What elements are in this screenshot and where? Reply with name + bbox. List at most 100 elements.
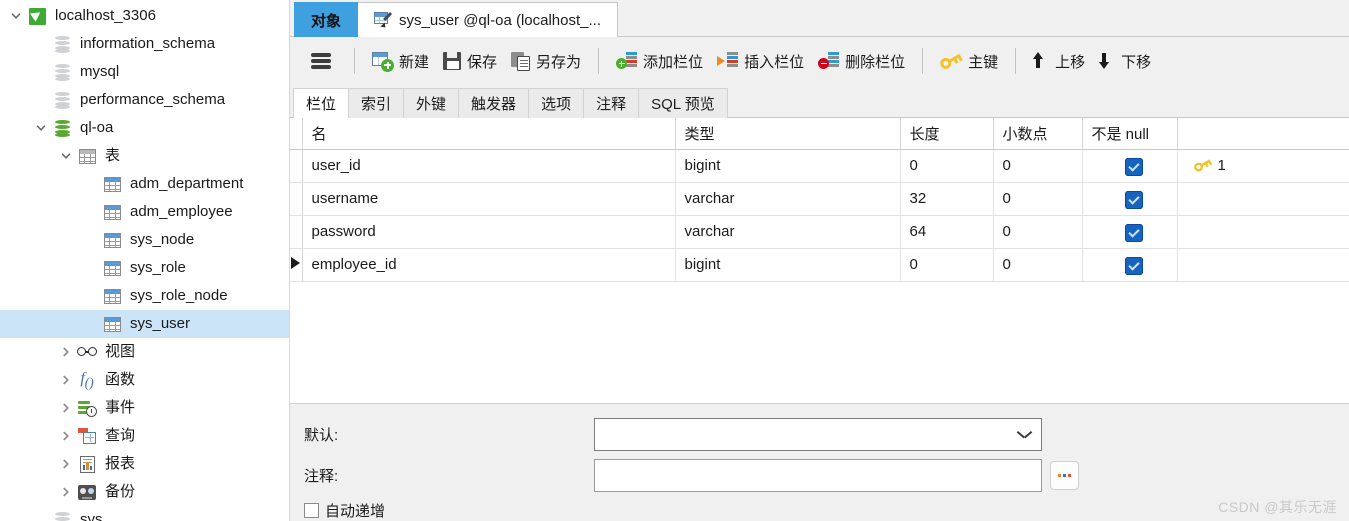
subtab-2[interactable]: 外键 <box>403 88 460 118</box>
field-not-null-cell[interactable] <box>1082 215 1178 249</box>
sidebar-item-sys_node[interactable]: sys_node <box>0 226 289 254</box>
sidebar-item-备份[interactable]: 备份 <box>0 478 289 506</box>
field-decimals-cell[interactable]: 0 <box>993 215 1083 249</box>
field-not-null-cell[interactable] <box>1082 248 1178 282</box>
save-as-button[interactable]: 另存为 <box>504 44 588 78</box>
table-row[interactable]: username varchar 32 0 <box>290 182 1349 216</box>
field-decimals-cell[interactable]: 0 <box>993 149 1083 183</box>
autoincrement-row[interactable]: 自动递增 <box>304 500 1349 521</box>
field-type-cell[interactable]: varchar <box>675 182 901 216</box>
field-length-cell[interactable]: 0 <box>900 248 994 282</box>
field-name-cell[interactable]: user_id <box>302 149 676 183</box>
subtab-0[interactable]: 栏位 <box>293 88 350 118</box>
field-length-cell[interactable]: 0 <box>900 149 994 183</box>
column-header-1[interactable]: 类型 <box>675 118 901 150</box>
twisty-right-icon[interactable] <box>56 422 76 450</box>
designer-subtabs[interactable]: 栏位 索引 外键 触发器 选项 注释 SQL 预览 <box>290 85 1349 118</box>
arrow-down-icon <box>1099 52 1115 70</box>
sidebar-item-localhost_3306[interactable]: localhost_3306 <box>0 2 289 30</box>
checkbox-checked-icon[interactable] <box>1125 223 1143 242</box>
column-header-5[interactable] <box>1177 118 1349 150</box>
twisty-down-icon[interactable] <box>6 2 26 30</box>
field-decimals-cell[interactable]: 0 <box>993 182 1083 216</box>
tab-table-designer[interactable]: sys_user @ql-oa (localhost_... <box>357 2 618 37</box>
field-not-null-cell[interactable] <box>1082 182 1178 216</box>
delete-field-button[interactable]: 删除栏位 <box>811 44 912 78</box>
sidebar-item-ql-oa[interactable]: ql-oa <box>0 114 289 142</box>
table-row[interactable]: password varchar 64 0 <box>290 215 1349 249</box>
sidebar-item-函数[interactable]: f() 函数 <box>0 366 289 394</box>
field-name-cell[interactable]: employee_id <box>302 248 676 282</box>
sidebar-item-sys[interactable]: sys <box>0 506 289 521</box>
field-type-cell[interactable]: bigint <box>675 149 901 183</box>
tab-strip[interactable]: 对象 sys_user @ql-oa (localhost_... <box>290 0 1349 37</box>
table-row[interactable]: employee_id bigint 0 0 <box>290 248 1349 282</box>
subtab-5[interactable]: 注释 <box>583 88 640 118</box>
comment-ellipsis-button[interactable] <box>1050 461 1079 490</box>
field-key-cell[interactable] <box>1177 248 1349 282</box>
field-key-cell[interactable]: 1 <box>1177 149 1349 183</box>
field-name-cell[interactable]: username <box>302 182 676 216</box>
sidebar-item-事件[interactable]: 事件 <box>0 394 289 422</box>
object-tree-sidebar[interactable]: localhost_3306 information_schema mysql per… <box>0 0 290 521</box>
new-button[interactable]: 新建 <box>365 44 436 78</box>
column-header-4[interactable]: 不是 null <box>1082 118 1178 150</box>
twisty-right-icon[interactable] <box>56 394 76 422</box>
sidebar-item-报表[interactable]: 报表 <box>0 450 289 478</box>
add-field-button[interactable]: 添加栏位 <box>609 44 710 78</box>
sidebar-item-查询[interactable]: 查询 <box>0 422 289 450</box>
twisty-right-icon[interactable] <box>56 338 76 366</box>
checkbox-checked-icon[interactable] <box>1125 256 1143 275</box>
field-length-cell[interactable]: 32 <box>900 182 994 216</box>
field-key-cell[interactable] <box>1177 182 1349 216</box>
tab-objects[interactable]: 对象 <box>294 2 359 37</box>
field-length-cell[interactable]: 64 <box>900 215 994 249</box>
checkbox-checked-icon[interactable] <box>1125 157 1143 176</box>
field-type-cell[interactable]: bigint <box>675 248 901 282</box>
move-down-button[interactable]: 下移 <box>1092 44 1158 78</box>
column-header-0[interactable]: 名 <box>302 118 676 150</box>
field-decimals-cell[interactable]: 0 <box>993 248 1083 282</box>
move-up-button[interactable]: 上移 <box>1026 44 1092 78</box>
subtab-6[interactable]: SQL 预览 <box>638 88 728 118</box>
menu-button[interactable] <box>304 44 344 78</box>
subtab-1[interactable]: 索引 <box>348 88 405 118</box>
autoincrement-checkbox[interactable] <box>304 503 319 518</box>
field-not-null-cell[interactable] <box>1082 149 1178 183</box>
field-type-cell[interactable]: varchar <box>675 215 901 249</box>
insert-field-button[interactable]: 插入栏位 <box>710 44 811 78</box>
row-selector[interactable] <box>290 215 303 249</box>
twisty-right-icon[interactable] <box>56 478 76 506</box>
sidebar-item-adm_employee[interactable]: adm_employee <box>0 198 289 226</box>
save-button[interactable]: 保存 <box>436 44 504 78</box>
subtab-4[interactable]: 选项 <box>528 88 585 118</box>
field-name-cell[interactable]: password <box>302 215 676 249</box>
sidebar-item-sys_role_node[interactable]: sys_role_node <box>0 282 289 310</box>
subtab-3[interactable]: 触发器 <box>458 88 530 118</box>
sidebar-item-视图[interactable]: 视图 <box>0 338 289 366</box>
row-selector[interactable] <box>290 182 303 216</box>
column-header-3[interactable]: 小数点 <box>993 118 1083 150</box>
table-row[interactable]: user_id bigint 0 0 1 <box>290 149 1349 183</box>
sidebar-item-performance_schema[interactable]: performance_schema <box>0 86 289 114</box>
comment-input[interactable] <box>594 459 1042 492</box>
field-key-cell[interactable] <box>1177 215 1349 249</box>
row-selector[interactable] <box>290 248 303 282</box>
toolbar[interactable]: 新建 保存 另存为 添加栏位 插入栏位 删除栏位 主键 上移 下移 <box>290 37 1349 85</box>
primary-key-button[interactable]: 主键 <box>933 44 1005 78</box>
sidebar-item-information_schema[interactable]: information_schema <box>0 30 289 58</box>
row-selector[interactable] <box>290 149 303 183</box>
column-header-2[interactable]: 长度 <box>900 118 994 150</box>
default-combobox[interactable] <box>594 418 1042 451</box>
sidebar-item-mysql[interactable]: mysql <box>0 58 289 86</box>
twisty-down-icon[interactable] <box>56 142 76 170</box>
sidebar-item-adm_department[interactable]: adm_department <box>0 170 289 198</box>
checkbox-checked-icon[interactable] <box>1125 190 1143 209</box>
twisty-right-icon[interactable] <box>56 450 76 478</box>
twisty-right-icon[interactable] <box>56 366 76 394</box>
sidebar-item-sys_user[interactable]: sys_user <box>0 310 289 338</box>
twisty-down-icon[interactable] <box>31 114 51 142</box>
sidebar-item-sys_role[interactable]: sys_role <box>0 254 289 282</box>
sidebar-item-表[interactable]: 表 <box>0 142 289 170</box>
fields-grid[interactable]: 名类型 长度 小数点 不是 null user_id bigint 0 0 1 username… <box>290 118 1349 404</box>
